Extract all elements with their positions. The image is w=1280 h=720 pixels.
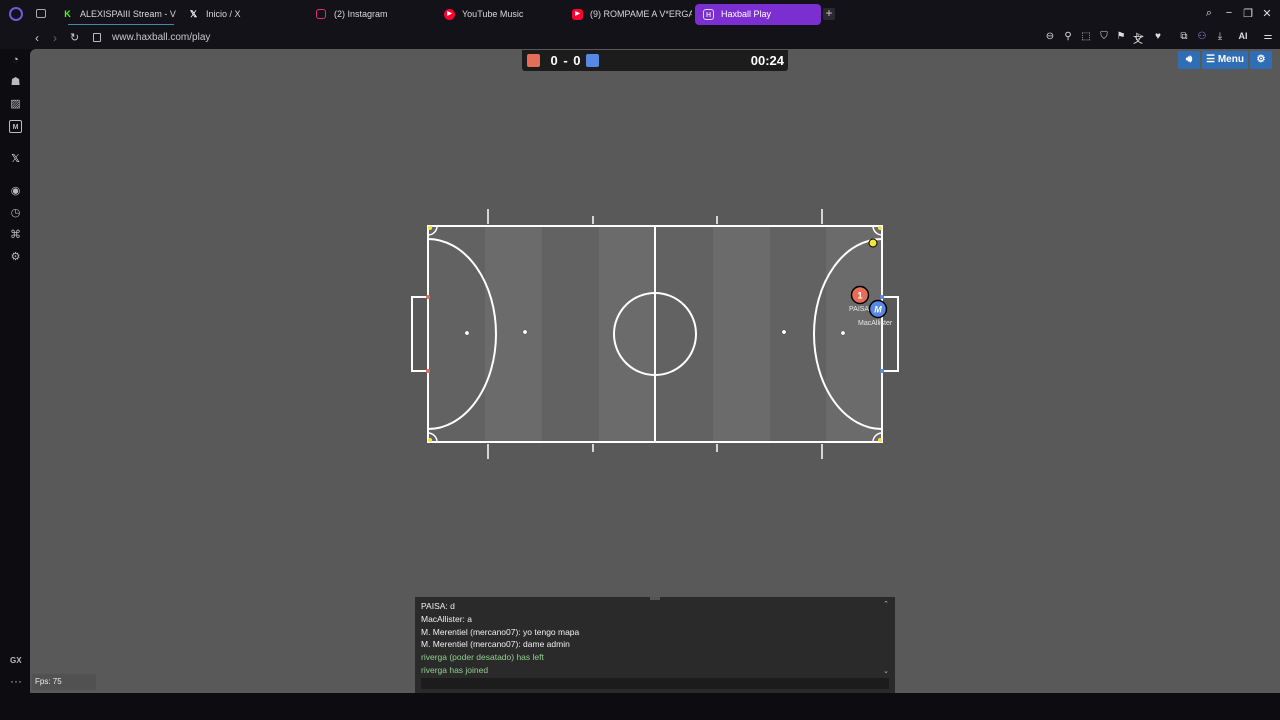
ball bbox=[868, 238, 878, 248]
chat-scroll-up-icon[interactable]: ⌃ bbox=[883, 600, 889, 608]
tabs-manager-icon[interactable]: ☗ bbox=[9, 76, 22, 89]
extensions-sidebar-icon[interactable]: ⌘ bbox=[9, 229, 22, 242]
player-paisa-name: PAISA bbox=[849, 306, 870, 313]
player-macallister-name: MacAllister bbox=[858, 320, 893, 327]
mods-icon[interactable]: M bbox=[9, 120, 22, 133]
chat-message: PAISA: d bbox=[421, 601, 455, 611]
fps-counter: Fps: 75 bbox=[32, 674, 96, 690]
sidebar-toggle-icon[interactable]: ⚌ bbox=[1261, 31, 1275, 42]
x-icon: 𝕏 bbox=[189, 9, 198, 19]
address-bar-row: ‹ › ↻ www.haxball.com/play ⊖ ⚲ ⬚ ⛉ ⚑ 文 ▷… bbox=[0, 28, 1280, 49]
x-sidebar-icon[interactable]: 𝕏 bbox=[9, 153, 22, 166]
chat-system-message: riverga has joined bbox=[421, 665, 489, 675]
minimize-icon[interactable]: − bbox=[1222, 7, 1236, 19]
vpn-icon[interactable]: ⚑ bbox=[1114, 31, 1128, 42]
player-macallister-disc: M bbox=[868, 299, 888, 319]
chat-message: M. Merentiel (mercano07): dame admin bbox=[421, 639, 570, 649]
tab-label: (9) ROMPAME A V*ERGA bbox=[590, 9, 692, 19]
score-display: 0 - 0 bbox=[550, 53, 582, 68]
tab-youtube-music[interactable]: ▶ YouTube Music bbox=[436, 4, 564, 25]
history-icon[interactable]: ◷ bbox=[9, 207, 22, 220]
tab-label: (2) Instagram bbox=[334, 9, 388, 19]
chat-message: MacAllister: a bbox=[421, 614, 473, 624]
reload-icon[interactable]: ↻ bbox=[70, 31, 79, 44]
youtube-icon: ▶ bbox=[572, 9, 583, 20]
opera-logo-icon[interactable] bbox=[9, 7, 23, 21]
chat-panel: ⌃ PAISA: d MacAllister: a M. Merentiel (… bbox=[415, 597, 895, 693]
search-tabs-icon[interactable]: ⌕ bbox=[1202, 7, 1216, 20]
sidebar: ◔ ☗ ▨ M 𝕏 ◉ ◷ ⌘ ⚙ GX ··· bbox=[0, 49, 30, 693]
wallpaper-icon[interactable]: ▨ bbox=[9, 98, 22, 111]
zoom-icon[interactable]: ⊖ bbox=[1043, 31, 1057, 42]
chat-message: M. Merentiel (mercano07): yo tengo mapa bbox=[421, 627, 580, 637]
tab-instagram[interactable]: (2) Instagram bbox=[308, 4, 436, 25]
sound-button[interactable]: 🔊︎ bbox=[1178, 51, 1200, 69]
chat-system-message: riverga (poder desatado) has left bbox=[421, 652, 544, 662]
menu-button[interactable]: ☰ Menu bbox=[1202, 51, 1248, 69]
blue-team-indicator bbox=[586, 54, 599, 67]
player-paisa-avatar: 1 bbox=[857, 291, 862, 301]
tab-islands-icon[interactable] bbox=[36, 9, 46, 18]
tab-label: ALEXISPAIII Stream - V bbox=[80, 9, 176, 19]
gear-icon: ⚙ bbox=[1256, 54, 1266, 65]
restore-icon[interactable]: ❐ bbox=[1241, 7, 1255, 20]
downloads-icon[interactable]: ⤓ bbox=[1213, 31, 1227, 42]
chat-resize-handle[interactable] bbox=[650, 597, 660, 600]
aria-ai-button[interactable]: AI bbox=[1232, 31, 1254, 41]
play-icon[interactable]: ▷ bbox=[1133, 31, 1147, 42]
forward-icon[interactable]: › bbox=[53, 31, 57, 45]
back-icon[interactable]: ‹ bbox=[35, 31, 39, 45]
left-goal bbox=[411, 296, 428, 372]
scoreboard: 0 - 0 00:24 bbox=[522, 50, 788, 71]
tab-youtube-video[interactable]: ▶ (9) ROMPAME A V*ERGA bbox=[564, 4, 692, 25]
heart-icon[interactable]: ♥ bbox=[1151, 31, 1165, 42]
snapshot-icon[interactable]: ⬚ bbox=[1079, 31, 1093, 42]
tab-x-home[interactable]: 𝕏 Inicio / X bbox=[180, 4, 308, 25]
red-team-indicator bbox=[527, 54, 540, 67]
tab-haxball-play[interactable]: H Haxball Play bbox=[695, 4, 821, 25]
chat-input[interactable] bbox=[421, 678, 889, 689]
new-tab-button[interactable]: + bbox=[823, 7, 835, 20]
instagram-icon bbox=[316, 9, 326, 19]
haxball-game[interactable]: 1 M PAISA MacAllister 0 - 0 00:24 🔊︎ ☰ M… bbox=[30, 49, 1280, 693]
tab-label: Inicio / X bbox=[206, 9, 241, 19]
chat-scroll-down-icon[interactable]: ⌄ bbox=[883, 667, 889, 675]
hamburger-icon: ☰ bbox=[1206, 54, 1216, 65]
tab-kick-stream[interactable]: K ALEXISPAIII Stream - V bbox=[54, 4, 178, 25]
player-sidebar-icon[interactable]: ◉ bbox=[9, 185, 22, 198]
tab-label: Haxball Play bbox=[721, 9, 772, 19]
gx-corner-icon[interactable]: GX bbox=[10, 656, 22, 665]
tab-label: YouTube Music bbox=[462, 9, 524, 19]
menu-button-label: Menu bbox=[1217, 54, 1244, 65]
settings-button[interactable]: ⚙ bbox=[1250, 51, 1272, 69]
match-timer: 00:24 bbox=[750, 53, 784, 68]
speed-dial-icon[interactable]: ◔ bbox=[9, 54, 22, 67]
close-icon[interactable]: ✕ bbox=[1260, 7, 1274, 20]
settings-icon[interactable]: ⚙ bbox=[9, 251, 22, 264]
tab-strip: K ALEXISPAIII Stream - V 𝕏 Inicio / X (2… bbox=[0, 0, 1280, 28]
haxball-icon: H bbox=[703, 9, 714, 20]
extensions-icon[interactable]: ⧉ bbox=[1177, 31, 1191, 42]
account-icon[interactable]: ⚇ bbox=[1195, 31, 1209, 42]
player-paisa-disc: 1 bbox=[850, 285, 870, 305]
pin-icon[interactable]: ⚲ bbox=[1061, 31, 1075, 42]
youtube-music-icon: ▶ bbox=[444, 9, 455, 20]
address-input[interactable]: www.haxball.com/play bbox=[112, 32, 210, 43]
lock-icon bbox=[93, 33, 101, 42]
adblock-shield-icon[interactable]: ⛉ bbox=[1097, 31, 1111, 42]
more-options-icon[interactable]: ··· bbox=[10, 674, 22, 688]
player-macallister-avatar: M bbox=[874, 305, 882, 315]
kick-icon: K bbox=[64, 9, 71, 19]
